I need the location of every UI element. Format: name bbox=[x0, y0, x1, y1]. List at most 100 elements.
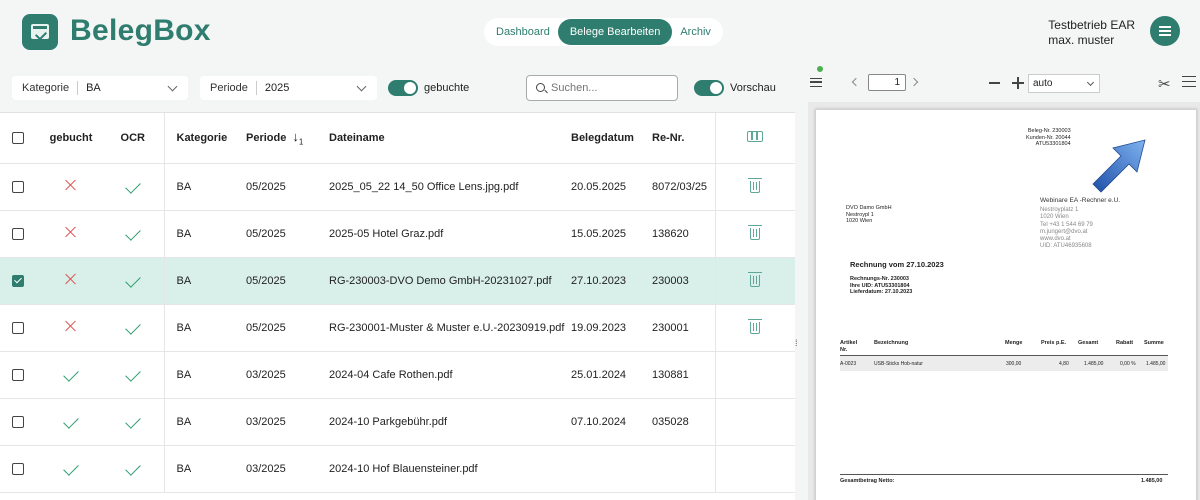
periode-select[interactable]: Periode 2025 bbox=[200, 76, 377, 100]
col-gebucht[interactable]: gebucht bbox=[40, 113, 102, 164]
nav-dashboard[interactable]: Dashboard bbox=[488, 19, 558, 45]
cell-periode: 03/2025 bbox=[246, 445, 329, 493]
doc-th-bezeichnung: Bezeichnung bbox=[874, 340, 909, 346]
next-page-icon[interactable] bbox=[909, 77, 919, 87]
doc-company-info: Nestroyplatz 1 1020 Wien Tel +43 1 544 6… bbox=[1040, 207, 1093, 250]
zoom-select[interactable]: auto bbox=[1028, 74, 1100, 93]
zoom-out-icon[interactable] bbox=[989, 82, 1000, 84]
row-checkbox[interactable] bbox=[12, 227, 24, 240]
split-divider[interactable]: ⁞ bbox=[795, 62, 808, 500]
col-dateiname[interactable]: Dateiname bbox=[329, 113, 571, 164]
cell-kategorie: BA bbox=[164, 304, 246, 352]
kategorie-select[interactable]: Kategorie BA bbox=[12, 76, 188, 100]
pdf-viewer: 1 auto ✂ Beleg-Nr. 230003 Kunden-Nr. 200… bbox=[808, 62, 1200, 500]
row-checkbox[interactable] bbox=[12, 321, 24, 334]
cell-periode: 05/2025 bbox=[246, 257, 329, 305]
table-row[interactable]: BA 05/2025 RG-230003-DVO Demo GmbH-2023102… bbox=[0, 257, 795, 305]
trash-icon[interactable] bbox=[748, 177, 763, 193]
row-select-cell bbox=[0, 304, 40, 352]
col-periode[interactable]: Periode ↓1 bbox=[246, 113, 329, 164]
cell-actions bbox=[715, 445, 795, 493]
user-menu-button[interactable] bbox=[1150, 16, 1180, 46]
trash-icon[interactable] bbox=[748, 271, 763, 287]
nav-archiv[interactable]: Archiv bbox=[672, 19, 719, 45]
cell-renr: 230001 bbox=[652, 304, 716, 352]
search-box bbox=[526, 75, 678, 101]
vorschau-toggle[interactable] bbox=[694, 80, 724, 96]
doc-th-summe: Summe bbox=[1144, 340, 1164, 346]
table-row[interactable]: BA 03/2025 2024-10 Parkgebühr.pdf 07.10.202… bbox=[0, 398, 795, 446]
trash-icon[interactable] bbox=[748, 224, 763, 240]
check-icon bbox=[124, 177, 141, 194]
cell-belegdatum: 27.10.2023 bbox=[571, 257, 652, 305]
logo-icon bbox=[22, 14, 58, 50]
logo-text: BelegBox bbox=[70, 14, 211, 47]
trash-icon[interactable] bbox=[748, 318, 763, 334]
cross-icon bbox=[65, 179, 77, 191]
cell-actions bbox=[715, 398, 795, 446]
row-checkbox[interactable] bbox=[12, 415, 24, 428]
logo-arrow-icon bbox=[1092, 139, 1146, 193]
cell-ocr bbox=[102, 210, 165, 258]
check-icon bbox=[63, 459, 79, 476]
select-all-cell bbox=[0, 113, 40, 164]
page-number-input[interactable]: 1 bbox=[868, 74, 906, 91]
doc-total-rule bbox=[840, 474, 1168, 475]
select-all-checkbox[interactable] bbox=[12, 131, 24, 144]
cross-icon bbox=[65, 273, 77, 285]
drag-handle-icon[interactable]: ⁞ bbox=[795, 338, 798, 348]
doc-meta: Rechnungs-Nr. 230003 Ihre UID: ATU533018… bbox=[850, 276, 913, 295]
cell-actions bbox=[715, 163, 795, 211]
doc-cell-rabatt: 0,00 % bbox=[1120, 361, 1136, 367]
row-checkbox[interactable] bbox=[12, 274, 24, 287]
columns-icon[interactable] bbox=[747, 130, 764, 142]
cell-kategorie: BA bbox=[164, 257, 246, 305]
cell-belegdatum: 25.01.2024 bbox=[571, 351, 652, 399]
nav-belege-bearbeiten[interactable]: Belege Bearbeiten bbox=[557, 19, 673, 45]
menu-icon[interactable] bbox=[1182, 76, 1196, 87]
cell-kategorie: BA bbox=[164, 398, 246, 446]
doc-th-menge: Menge bbox=[1005, 340, 1023, 346]
doc-total-value: 1.485,00 bbox=[1141, 478, 1163, 484]
user-name: max. muster bbox=[1048, 33, 1115, 47]
zoom-in-icon[interactable] bbox=[1012, 77, 1024, 89]
cell-gebucht bbox=[40, 163, 102, 211]
sidebar-toggle-icon[interactable] bbox=[810, 78, 822, 87]
table-row[interactable]: BA 03/2025 2024-04 Cafe Rothen.pdf 25.01.20… bbox=[0, 351, 795, 399]
row-select-cell bbox=[0, 351, 40, 399]
col-ocr[interactable]: OCR bbox=[102, 113, 165, 164]
row-checkbox[interactable] bbox=[12, 462, 24, 475]
previous-page-icon[interactable] bbox=[851, 77, 861, 87]
doc-cell-bezeichnung: USB-Sticks Hob-natur bbox=[874, 361, 923, 367]
cell-renr bbox=[652, 445, 716, 493]
scissors-icon[interactable]: ✂ bbox=[1158, 75, 1171, 93]
header: BelegBox Dashboard Belege Bearbeiten Arc… bbox=[0, 0, 1200, 62]
cell-gebucht bbox=[40, 398, 102, 446]
search-input[interactable] bbox=[551, 80, 671, 96]
col-renr[interactable]: Re-Nr. bbox=[652, 113, 716, 164]
table-row[interactable]: BA 05/2025 2025-05 Hotel Graz.pdf 15.05.202… bbox=[0, 210, 795, 258]
cell-dateiname: RG-230001-Muster & Muster e.U.-20230919.… bbox=[329, 304, 571, 352]
doc-th-preis: Preis p.E. bbox=[1041, 340, 1067, 346]
row-checkbox[interactable] bbox=[12, 368, 24, 381]
col-periode-label: Periode bbox=[246, 131, 287, 144]
table-row[interactable]: BA 05/2025 2025_05_22 14_50 Office Lens.jp… bbox=[0, 163, 795, 211]
chevron-down-icon bbox=[1086, 78, 1095, 87]
check-icon bbox=[124, 412, 141, 429]
cell-kategorie: BA bbox=[164, 445, 246, 493]
cell-ocr bbox=[102, 163, 165, 211]
cell-periode: 03/2025 bbox=[246, 398, 329, 446]
table-header-row: gebucht OCR Kategorie Periode ↓1 Dateinam… bbox=[0, 113, 795, 164]
check-icon bbox=[63, 412, 79, 429]
gebuchte-toggle[interactable] bbox=[388, 80, 418, 96]
table-row[interactable]: BA 03/2025 2024-10 Hof Blauensteiner.pdf bbox=[0, 445, 795, 493]
check-icon bbox=[124, 459, 141, 476]
col-belegdatum[interactable]: Belegdatum bbox=[571, 113, 652, 164]
cell-renr: 035028 bbox=[652, 398, 716, 446]
table-row[interactable]: BA 05/2025 RG-230001-Muster & Muster e.U.-… bbox=[0, 304, 795, 352]
col-kategorie[interactable]: Kategorie bbox=[164, 113, 246, 164]
doc-sender: DVO Damo GmbH Nestroypl 1 1020 Wien bbox=[846, 205, 892, 224]
row-checkbox[interactable] bbox=[12, 180, 24, 193]
chevron-down-icon bbox=[167, 81, 178, 91]
row-select-cell bbox=[0, 398, 40, 446]
